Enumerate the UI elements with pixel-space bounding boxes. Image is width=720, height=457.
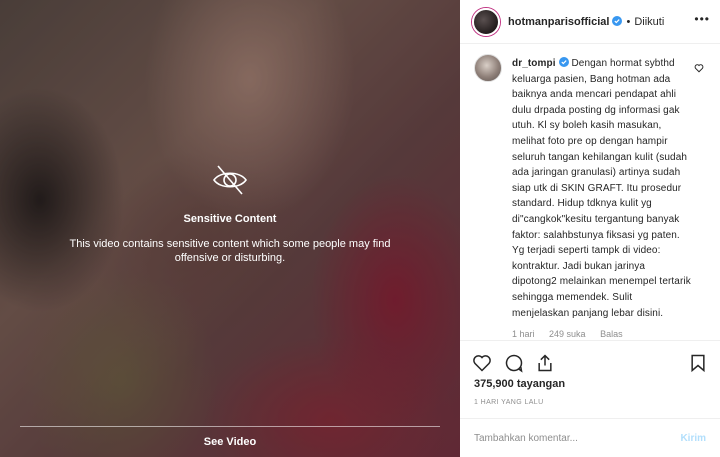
commenter-avatar[interactable] — [474, 54, 502, 82]
post-sidebar: hotmanparisofficial • Diikuti ••• dr_tom… — [460, 0, 720, 457]
list-item: dr_tompi Dengan hormat sybthd keluarga p… — [460, 44, 720, 339]
follow-status-button[interactable]: Diikuti — [634, 16, 664, 28]
avatar[interactable] — [472, 7, 500, 36]
sensitive-content-notice: Sensitive Content This video contains se… — [0, 160, 460, 265]
post-header: hotmanparisofficial • Diikuti ••• — [460, 0, 720, 44]
verified-badge-icon — [558, 57, 569, 67]
like-comment-heart-icon[interactable] — [694, 60, 704, 73]
separator-dot: • — [626, 15, 631, 28]
view-count[interactable]: 375,900 tayangan — [474, 378, 565, 390]
sensitive-description: This video contains sensitive content wh… — [69, 238, 391, 264]
comment-likes[interactable]: 249 suka — [549, 329, 586, 339]
heart-icon[interactable] — [472, 353, 492, 373]
owner-username-text[interactable]: hotmanparisofficial — [508, 16, 609, 28]
verified-badge-icon — [612, 15, 623, 26]
owner-username[interactable]: hotmanparisofficial — [508, 15, 623, 28]
comment-text: Dengan hormat sybthd keluarga pasien, Ba… — [512, 58, 691, 319]
divider — [20, 426, 440, 427]
add-comment-bar: Kirim — [460, 418, 720, 457]
comment-body: dr_tompi Dengan hormat sybthd keluarga p… — [512, 56, 692, 321]
comment-meta: 1 hari 249 suka Balas — [512, 329, 692, 339]
share-icon[interactable] — [535, 353, 555, 373]
post-comment-button[interactable]: Kirim — [680, 433, 706, 444]
video-media[interactable]: Sensitive Content This video contains se… — [0, 0, 460, 457]
eye-slash-icon — [210, 160, 250, 200]
comment-input[interactable] — [474, 432, 681, 444]
bookmark-icon[interactable] — [688, 353, 708, 373]
comments-list[interactable]: dr_tompi Dengan hormat sybthd keluarga p… — [460, 44, 720, 340]
sensitive-title: Sensitive Content — [183, 213, 277, 225]
post-timestamp[interactable]: 1 HARI YANG LALU — [474, 399, 544, 406]
see-video-button[interactable]: See Video — [0, 436, 460, 448]
comment-time[interactable]: 1 hari — [512, 329, 535, 339]
commenter-username[interactable]: dr_tompi — [512, 58, 556, 69]
more-options-icon[interactable]: ••• — [694, 12, 710, 26]
reply-button[interactable]: Balas — [600, 329, 623, 339]
comment-bubble-icon[interactable] — [504, 353, 524, 373]
